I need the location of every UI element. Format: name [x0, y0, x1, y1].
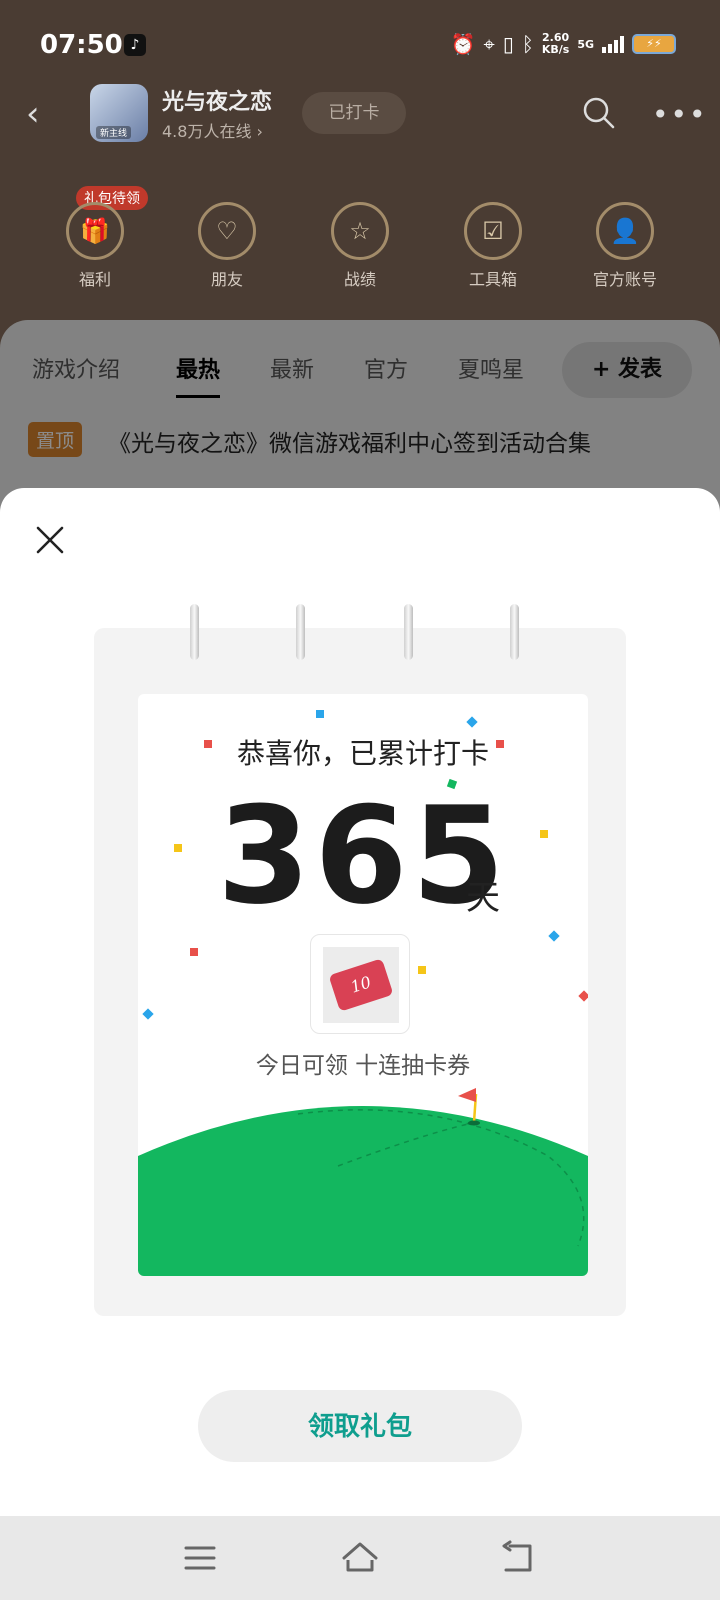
claim-gift-button[interactable]: 领取礼包	[198, 1390, 522, 1462]
feature-official-account[interactable]: 👤 官方账号	[575, 202, 675, 290]
user-icon: 👤	[596, 202, 654, 260]
calendar-ring	[404, 604, 413, 660]
battery-icon: ⚡⚡	[632, 34, 676, 54]
checkin-day-count: 365	[217, 778, 509, 934]
tiktok-icon: ♪	[124, 34, 146, 56]
status-icons: ⏰ ⌖ ▯ ᛒ 2.60 KB/s 5G ⚡⚡	[451, 32, 676, 56]
back-icon[interactable]: ‹	[26, 94, 56, 134]
menu-icon[interactable]	[180, 1538, 220, 1578]
tab-latest[interactable]: 最新	[270, 352, 314, 384]
calendar-star-icon: ☆	[331, 202, 389, 260]
draw-ticket-icon: 10	[328, 958, 394, 1012]
calendar-ring	[296, 604, 305, 660]
back-nav-icon[interactable]	[500, 1538, 540, 1578]
signal-icon	[602, 35, 624, 53]
more-icon[interactable]: •••	[652, 98, 708, 131]
feature-toolbox[interactable]: ☑ 工具箱	[443, 202, 543, 290]
calendar-illustration: 恭喜你，已累计打卡 365 天 10 今日可领 十连抽卡券	[94, 604, 626, 1316]
system-nav-bar	[0, 1516, 720, 1600]
location-icon: ⌖	[483, 32, 495, 56]
feature-friends[interactable]: ♡ 朋友	[177, 202, 277, 290]
pinned-badge: 置顶	[28, 422, 83, 457]
close-icon[interactable]	[34, 524, 66, 556]
calendar-card: 恭喜你，已累计打卡 365 天 10 今日可领 十连抽卡券	[138, 694, 588, 1276]
alarm-icon: ⏰	[450, 32, 476, 56]
home-icon[interactable]	[340, 1538, 380, 1578]
calendar-ring	[510, 604, 519, 660]
calendar-ring	[190, 604, 199, 660]
confetti	[190, 948, 198, 956]
confetti	[142, 1008, 154, 1020]
checked-in-button[interactable]: 已打卡	[302, 92, 406, 134]
vibrate-icon: ▯	[502, 32, 514, 56]
game-title[interactable]: 光与夜之恋	[162, 84, 272, 116]
calendar-check-icon: ☑	[464, 202, 522, 260]
confetti	[316, 710, 324, 718]
checkin-day-unit: 天	[466, 878, 500, 918]
confetti	[418, 966, 426, 974]
reward-item: 10	[310, 934, 410, 1034]
chevron-right-icon: ›	[256, 122, 263, 141]
gift-icon: 🎁	[66, 202, 124, 260]
feature-records[interactable]: ☆ 战绩	[310, 202, 410, 290]
search-icon[interactable]	[582, 96, 616, 130]
post-button[interactable]: + 发表	[562, 342, 692, 398]
network-speed: 2.60 KB/s	[541, 31, 570, 56]
reward-label: 今日可领 十连抽卡券	[255, 1053, 471, 1079]
tab-bar: 游戏介绍 最热 最新 官方 夏鸣星 + 发表	[0, 320, 720, 410]
tab-hottest[interactable]: 最热	[176, 352, 221, 398]
bluetooth-icon: ᛒ	[521, 32, 534, 56]
network-type: 5G	[577, 37, 594, 51]
confetti	[466, 716, 478, 728]
tab-official[interactable]: 官方	[364, 352, 408, 384]
avatar-tag: 新主线	[96, 126, 132, 139]
feature-row: 礼包待领 🎁 福利 ♡ 朋友 ☆ 战绩 ☑ 工具箱 👤 官方账号	[0, 186, 720, 296]
status-time: 07:50	[40, 30, 123, 60]
heart-eye-icon: ♡	[198, 202, 256, 260]
online-count[interactable]: 4.8万人在线 ›	[162, 118, 263, 142]
pinned-title: 《光与夜之恋》微信游戏福利中心签到活动合集	[108, 431, 591, 457]
feature-welfare[interactable]: 🎁 福利	[45, 202, 145, 290]
game-avatar[interactable]: 新主线	[90, 84, 148, 142]
community-header: ‹ 新主线 光与夜之恋 4.8万人在线 › 已打卡 •••	[0, 80, 720, 150]
hill-illustration	[138, 1088, 588, 1276]
tab-xia-mingxing[interactable]: 夏鸣星	[458, 352, 524, 384]
checkin-modal: 恭喜你，已累计打卡 365 天 10 今日可领 十连抽卡券 领取礼包	[0, 488, 720, 1516]
checkin-heading: 恭喜你，已累计打卡	[236, 737, 489, 770]
confetti	[578, 990, 588, 1002]
tab-game-intro[interactable]: 游戏介绍	[32, 352, 120, 384]
pinned-post[interactable]: 置顶 《光与夜之恋》微信游戏福利中心签到活动合集	[28, 420, 708, 460]
